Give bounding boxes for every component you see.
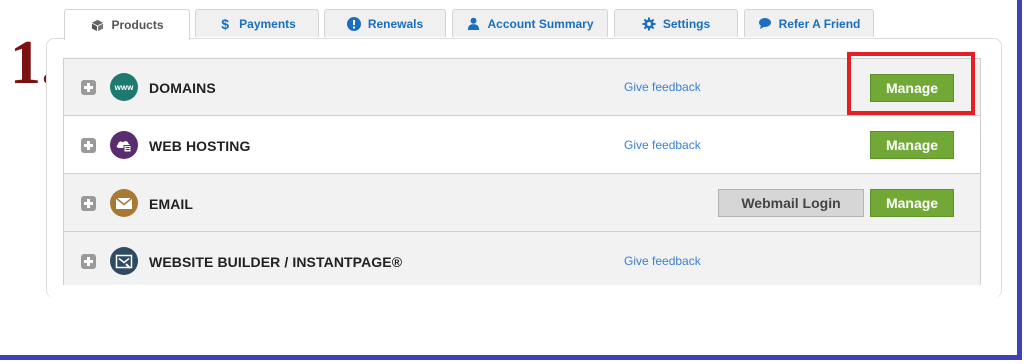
product-title: DOMAINS [149, 80, 216, 96]
tab-label: Renewals [367, 16, 424, 31]
product-row-email: EMAIL Webmail Login Manage [63, 173, 981, 232]
tab-account-summary[interactable]: Account Summary [452, 9, 608, 37]
product-title: EMAIL [149, 196, 194, 212]
product-title: WEBSITE BUILDER / INSTANTPAGE® [149, 254, 403, 270]
product-title: WEB HOSTING [149, 138, 251, 154]
expand-icon[interactable] [81, 254, 96, 269]
tab-settings[interactable]: Settings [614, 9, 738, 37]
manage-button[interactable]: Manage [870, 189, 954, 217]
give-feedback-link[interactable]: Give feedback [624, 138, 701, 152]
tab-label: Settings [662, 16, 711, 31]
tab-label: Account Summary [487, 16, 594, 31]
tab-label: Products [111, 18, 164, 32]
chat-icon [758, 17, 772, 31]
highlight-box [847, 52, 975, 115]
envelope-icon [110, 189, 138, 217]
manage-button[interactable]: Manage [870, 131, 954, 159]
give-feedback-link[interactable]: Give feedback [624, 80, 701, 94]
expand-icon[interactable] [81, 196, 96, 211]
product-row-website-builder: WEBSITE BUILDER / INSTANTPAGE® Give feed… [63, 231, 981, 285]
expand-icon[interactable] [81, 138, 96, 153]
product-row-domains: www DOMAINS Give feedback Manage [63, 58, 981, 116]
tab-refer-a-friend[interactable]: Refer A Friend [744, 9, 874, 37]
product-row-web-hosting: WEB HOSTING Give feedback Manage [63, 115, 981, 174]
tab-products[interactable]: Products [64, 9, 190, 40]
www-globe-icon: www [110, 73, 138, 101]
tab-label: Refer A Friend [778, 16, 861, 31]
expand-icon[interactable] [81, 80, 96, 95]
tab-payments[interactable]: $ Payments [195, 9, 319, 37]
tab-label: Payments [239, 16, 296, 31]
dollar-icon: $ [221, 15, 230, 32]
gear-icon [642, 17, 656, 31]
hosting-cloud-icon [110, 131, 138, 159]
frame-border-right [1017, 0, 1022, 360]
frame-border-bottom [0, 355, 1022, 360]
give-feedback-link[interactable]: Give feedback [624, 254, 701, 268]
alert-icon [346, 16, 361, 31]
webmail-login-button[interactable]: Webmail Login [718, 189, 864, 217]
user-icon [466, 17, 480, 31]
website-builder-icon [110, 247, 138, 275]
box-icon [90, 18, 104, 32]
tab-renewals[interactable]: Renewals [324, 9, 446, 37]
